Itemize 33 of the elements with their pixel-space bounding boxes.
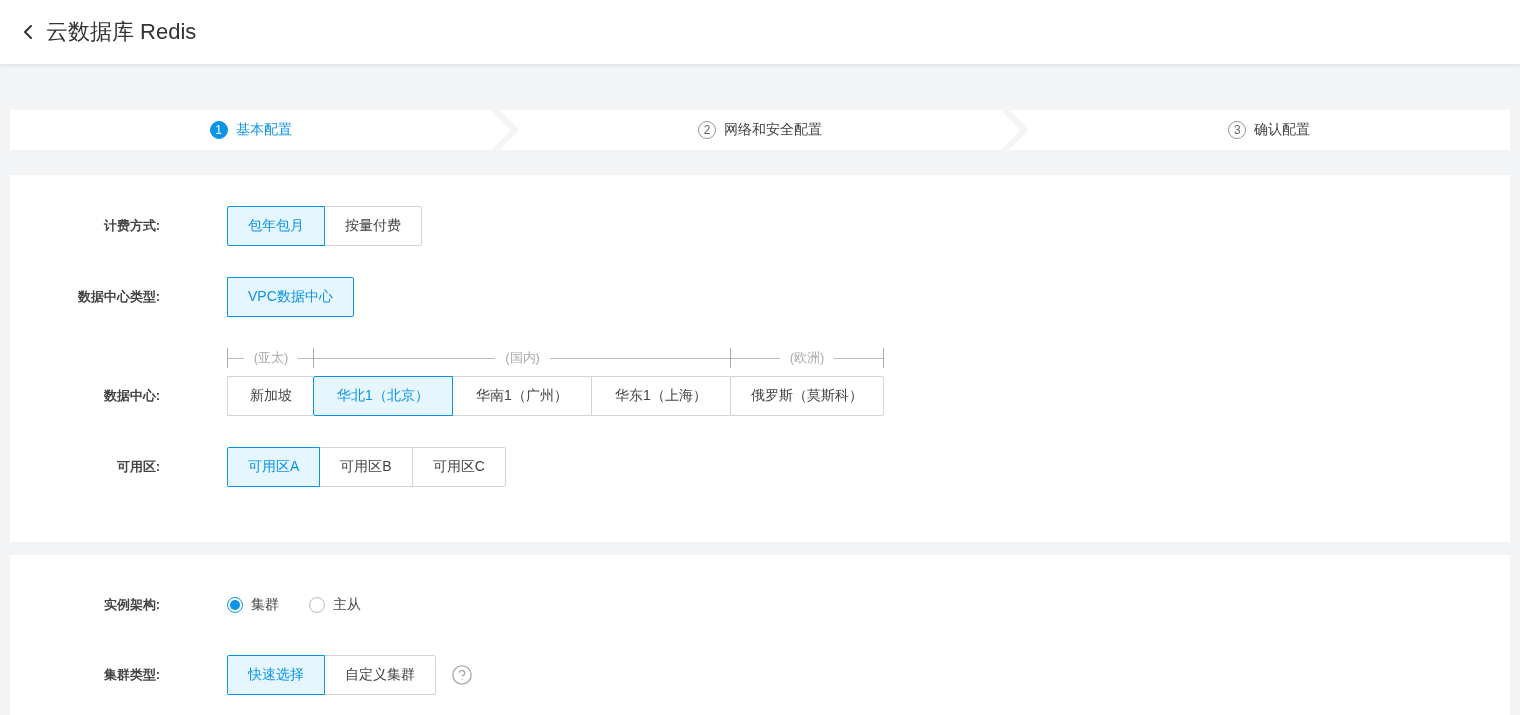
- step-tab[interactable]: 2 网络和安全配置: [519, 110, 1001, 150]
- radio-label: 主从: [333, 596, 361, 614]
- step-label: 网络和安全配置: [724, 121, 822, 139]
- field-label: 实例架构:: [102, 596, 160, 614]
- option-button[interactable]: 自定义集群: [324, 655, 436, 695]
- option-button[interactable]: 可用区B: [319, 447, 413, 487]
- step-number: 3: [1228, 121, 1247, 139]
- radio-icon[interactable]: [309, 597, 325, 613]
- field-label: 集群类型:: [102, 666, 160, 684]
- radio-option[interactable]: 主从: [309, 596, 361, 614]
- region-label: (亚太): [253, 349, 289, 367]
- option-button[interactable]: 按量付费: [324, 206, 422, 246]
- field-label: 计费方式:: [102, 217, 160, 235]
- radio-option[interactable]: 集群: [227, 596, 279, 614]
- option-button[interactable]: 俄罗斯（莫斯科）: [730, 376, 884, 416]
- option-button[interactable]: 华东1（上海）: [591, 376, 731, 416]
- option-button[interactable]: 可用区C: [411, 447, 506, 487]
- step-tab[interactable]: 3 确认配置: [1028, 110, 1510, 150]
- field-label: 可用区:: [115, 458, 160, 476]
- region-label: (欧洲): [789, 349, 825, 367]
- step-number: 1: [209, 121, 228, 139]
- step-label: 基本配置: [235, 121, 292, 139]
- step-label: 确认配置: [1254, 121, 1311, 139]
- region-label: (国内): [505, 349, 540, 367]
- option-button[interactable]: 新加坡: [227, 376, 314, 416]
- step-number: 2: [698, 121, 716, 139]
- radio-icon[interactable]: [227, 597, 243, 613]
- help-icon[interactable]: [451, 664, 473, 686]
- option-button[interactable]: 华南1（广州）: [452, 376, 592, 416]
- field-label: 数据中心类型:: [76, 288, 160, 306]
- page-title: 云数据库 Redis: [46, 18, 197, 46]
- radio-label: 集群: [251, 596, 279, 614]
- field-label: 数据中心:: [102, 387, 160, 405]
